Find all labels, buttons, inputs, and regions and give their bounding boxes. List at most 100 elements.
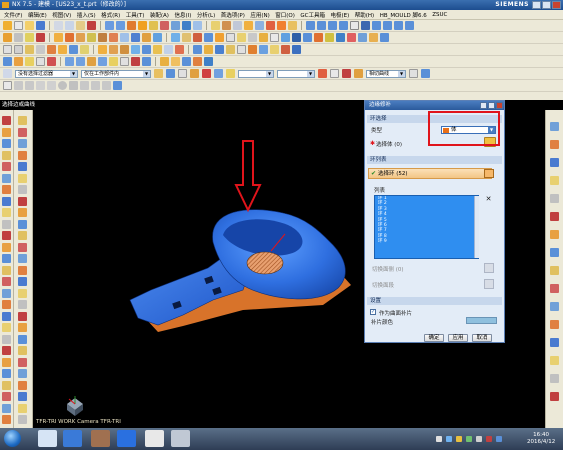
snap-quadrant-icon[interactable]	[131, 57, 140, 66]
intersect-icon[interactable]	[193, 21, 202, 30]
snap-center-icon[interactable]	[87, 57, 96, 66]
offset-surface-icon[interactable]	[204, 45, 213, 54]
menu-help[interactable]: 帮助(H)	[355, 11, 374, 19]
block-icon[interactable]	[54, 33, 63, 42]
bounded-plane-icon[interactable]	[142, 45, 151, 54]
zsuc-icon[interactable]	[204, 57, 213, 66]
navigator-tab-icon[interactable]	[550, 158, 559, 167]
feature-tool-icon[interactable]	[18, 300, 27, 309]
ruled-icon[interactable]	[153, 45, 162, 54]
revolve-icon[interactable]	[149, 21, 158, 30]
navigator-tab-icon[interactable]	[550, 392, 559, 401]
cooling-icon[interactable]	[358, 33, 367, 42]
spline-icon[interactable]	[25, 45, 34, 54]
offset-curve-icon[interactable]	[69, 45, 78, 54]
snap-control-icon[interactable]	[342, 69, 351, 78]
project-curve-icon[interactable]	[47, 45, 56, 54]
extrude-icon[interactable]	[138, 21, 147, 30]
render-icon[interactable]	[160, 57, 169, 66]
extract-icon[interactable]	[248, 45, 257, 54]
menu-zsuc[interactable]: ZSUC	[432, 12, 447, 18]
blank-filter-dropdown[interactable]: ▼	[238, 69, 274, 78]
select-features-icon[interactable]	[190, 69, 199, 78]
resource-tool-icon[interactable]	[2, 346, 11, 355]
menu-button-icon[interactable]	[3, 69, 12, 78]
feature-tool-icon[interactable]	[18, 150, 27, 160]
thicken-icon[interactable]	[215, 45, 224, 54]
rotate-icon[interactable]	[394, 21, 403, 30]
feature-tool-icon[interactable]	[18, 277, 27, 286]
layer-icon[interactable]	[248, 33, 257, 42]
feature-tool-icon[interactable]	[18, 116, 27, 125]
measure-distance-icon[interactable]	[226, 33, 235, 42]
view-orient-icon[interactable]	[113, 81, 122, 90]
arc-icon[interactable]	[14, 45, 23, 54]
menu-assembly[interactable]: 装配(A)	[150, 11, 169, 19]
view-iso-icon[interactable]	[339, 21, 348, 30]
navigator-tab-icon[interactable]	[550, 140, 559, 149]
resource-tool-icon[interactable]	[2, 334, 11, 344]
shell-icon[interactable]	[233, 21, 242, 30]
switch-faces-icon[interactable]	[484, 263, 494, 273]
save-icon[interactable]	[36, 21, 45, 30]
menu-edit[interactable]: 编辑(E)	[28, 11, 47, 19]
through-mesh-icon[interactable]	[109, 45, 118, 54]
navigator-tab-icon[interactable]	[550, 230, 559, 239]
resource-tool-icon[interactable]	[2, 415, 11, 424]
navigator-tab-icon[interactable]	[550, 266, 559, 275]
select-rings-field[interactable]: ✔ 选择环 (52)	[368, 168, 492, 179]
navigator-tab-icon[interactable]	[550, 356, 559, 365]
taskbar-app-nx[interactable]	[38, 430, 57, 447]
thread-icon[interactable]	[153, 33, 162, 42]
second-blank-dropdown[interactable]: ▼	[277, 69, 315, 78]
interference-icon[interactable]	[47, 57, 56, 66]
resize-blend-icon[interactable]	[215, 33, 224, 42]
feature-tool-icon[interactable]	[18, 254, 27, 263]
resource-tool-icon[interactable]	[2, 265, 11, 275]
ring-list[interactable]: 环 1 环 2 环 3 环 4 环 5 环 6 环 7 环 8 环 9	[374, 195, 479, 259]
resource-tool-icon[interactable]	[2, 185, 11, 194]
subtract-icon[interactable]	[182, 21, 191, 30]
intersection-point-icon[interactable]	[47, 81, 56, 90]
feature-tool-icon[interactable]	[18, 242, 27, 252]
view-right-icon[interactable]	[328, 21, 337, 30]
join-face-icon[interactable]	[270, 45, 279, 54]
point-on-face-icon[interactable]	[102, 81, 111, 90]
select-bodies-icon[interactable]	[226, 69, 235, 78]
bridge-curve-icon[interactable]	[80, 45, 89, 54]
new-file-icon[interactable]	[14, 21, 23, 30]
feature-tool-icon[interactable]	[18, 139, 27, 148]
expand-icon[interactable]	[488, 102, 495, 109]
datum-axis-icon[interactable]	[14, 33, 23, 42]
law-extension-icon[interactable]	[175, 45, 184, 54]
tray-network-icon[interactable]	[436, 436, 442, 442]
simplify-icon[interactable]	[292, 45, 301, 54]
edit-object-icon[interactable]	[292, 33, 301, 42]
n-sided-icon[interactable]	[131, 45, 140, 54]
tray-ime-icon[interactable]	[446, 436, 452, 442]
wireframe-icon[interactable]	[361, 21, 370, 30]
select-all-icon[interactable]	[166, 69, 175, 78]
maximize-icon[interactable]	[542, 1, 551, 9]
resource-tool-icon[interactable]	[2, 173, 11, 183]
trim-sheet-icon[interactable]	[193, 45, 202, 54]
boss-icon[interactable]	[98, 33, 107, 42]
navigator-tab-icon[interactable]	[550, 320, 559, 329]
undo-icon[interactable]	[105, 21, 114, 30]
traverse-icon[interactable]	[484, 279, 494, 289]
snap-toggle-icon[interactable]	[318, 69, 327, 78]
divide-face-icon[interactable]	[237, 45, 246, 54]
intersection-curve-icon[interactable]	[58, 45, 67, 54]
offset-face-icon[interactable]	[171, 33, 180, 42]
feature-tool-icon[interactable]	[18, 219, 27, 229]
existing-point-icon[interactable]	[80, 81, 89, 90]
ok-button[interactable]: 确定	[424, 334, 444, 342]
shaded-icon[interactable]	[350, 21, 359, 30]
feature-tool-icon[interactable]	[18, 346, 27, 355]
feature-tool-icon[interactable]	[18, 380, 27, 390]
line-icon[interactable]	[3, 45, 12, 54]
menu-format[interactable]: 格式(R)	[101, 11, 120, 19]
move-face-icon[interactable]	[204, 33, 213, 42]
snap-end-icon[interactable]	[65, 57, 74, 66]
chamfer-icon[interactable]	[222, 21, 231, 30]
